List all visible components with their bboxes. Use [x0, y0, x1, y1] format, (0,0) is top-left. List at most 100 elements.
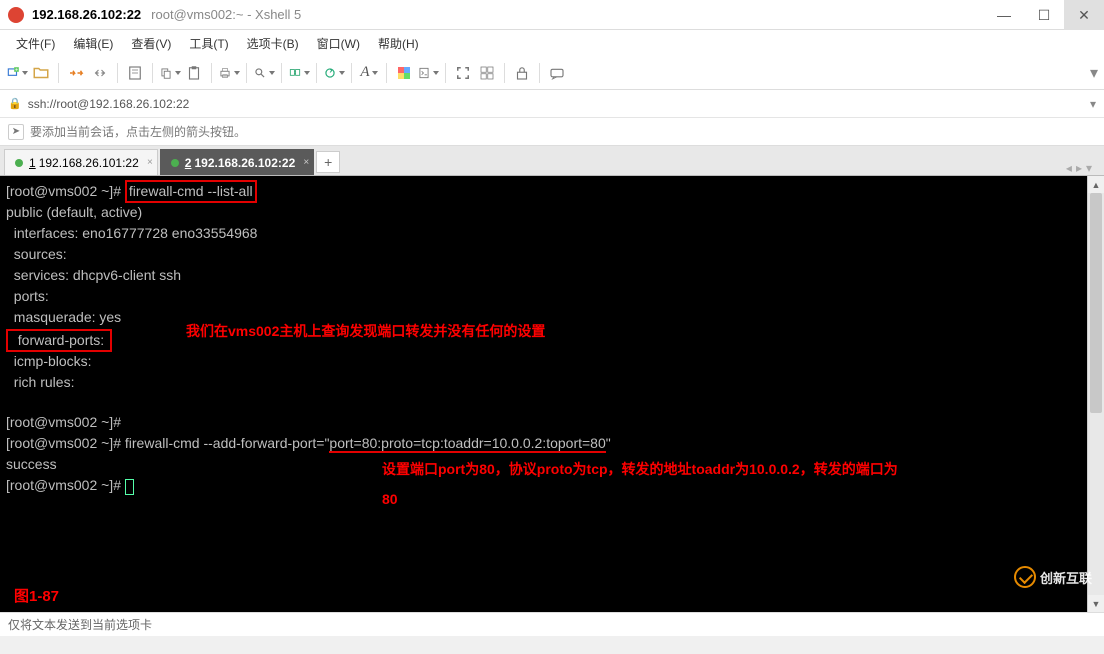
toolbar-separator	[152, 63, 153, 83]
lock-button[interactable]	[511, 62, 533, 84]
properties-button[interactable]	[124, 62, 146, 84]
annotation-note-1: 我们在vms002主机上查询发现端口转发并没有任何的设置	[186, 322, 686, 341]
maximize-button[interactable]: ☐	[1024, 0, 1064, 30]
copy-button[interactable]	[159, 62, 181, 84]
address-text[interactable]: ssh://root@192.168.26.102:22	[28, 97, 190, 111]
terminal-line: ports:	[6, 288, 53, 304]
session-tab-1[interactable]: 1 192.168.26.101:22 ×	[4, 149, 158, 175]
menu-edit[interactable]: 编辑(E)	[65, 32, 121, 55]
terminal-container: [root@vms002 ~]# firewall-cmd --list-all…	[0, 176, 1104, 612]
watermark: 创新互联	[1014, 566, 1092, 588]
toolbar-separator	[211, 63, 212, 83]
transfer-button[interactable]	[288, 62, 310, 84]
tab-menu-icon[interactable]: ▾	[1086, 161, 1092, 175]
terminal-line: rich rules:	[6, 374, 78, 390]
tab-nav: ◂ ▸ ▾	[1066, 161, 1100, 175]
status-dot-icon	[15, 159, 23, 167]
address-bar: 🔒 ssh://root@192.168.26.102:22 ▾	[0, 90, 1104, 118]
tab-next-icon[interactable]: ▸	[1076, 161, 1082, 175]
terminal-cmd-part: firewall-cmd --add-forward-port="	[125, 435, 330, 451]
tab-label: 192.168.26.101:22	[39, 156, 139, 170]
tab-number: 1	[29, 156, 36, 170]
find-button[interactable]	[253, 62, 275, 84]
menu-help[interactable]: 帮助(H)	[370, 32, 427, 55]
terminal-line: services: dhcpv6-client ssh	[6, 267, 181, 283]
menu-bar: 文件(F) 编辑(E) 查看(V) 工具(T) 选项卡(B) 窗口(W) 帮助(…	[0, 30, 1104, 56]
terminal-line: icmp-blocks:	[6, 353, 95, 369]
hint-text: 要添加当前会话，点击左侧的箭头按钮。	[30, 123, 246, 140]
terminal-line: sources:	[6, 246, 71, 262]
terminal-cmd-underlined: port=80:proto=tcp:toaddr=10.0.0.2:toport…	[329, 435, 605, 453]
window-title-main: 192.168.26.102:22	[32, 7, 141, 22]
script-button[interactable]	[417, 62, 439, 84]
annotation-note-2: 设置端口port为80，协议proto为tcp，转发的地址toaddr为10.0…	[382, 454, 902, 514]
tab-close-icon[interactable]: ×	[147, 157, 153, 168]
terminal-prompt: [root@vms002 ~]#	[6, 183, 125, 199]
toolbar-separator	[281, 63, 282, 83]
hint-arrow-button[interactable]: ➤	[8, 124, 24, 140]
print-button[interactable]	[218, 62, 240, 84]
tile-button[interactable]	[476, 62, 498, 84]
tab-prev-icon[interactable]: ◂	[1066, 161, 1072, 175]
menu-tabs[interactable]: 选项卡(B)	[239, 32, 307, 55]
session-tab-2[interactable]: 2 192.168.26.102:22 ×	[160, 149, 314, 175]
status-text: 仅将文本发送到当前选项卡	[8, 616, 152, 633]
title-bar: 192.168.26.102:22 root@vms002:~ - Xshell…	[0, 0, 1104, 30]
app-icon	[8, 7, 24, 23]
watermark-text: 创新互联	[1040, 568, 1092, 587]
close-button[interactable]: ✕	[1064, 0, 1104, 30]
refresh-button[interactable]	[323, 62, 345, 84]
terminal-line: public (default, active)	[6, 204, 142, 220]
fullscreen-button[interactable]	[452, 62, 474, 84]
watermark-icon	[1014, 566, 1036, 588]
terminal-scrollbar[interactable]: ▲ ▼	[1087, 176, 1104, 612]
toolbar-separator	[386, 63, 387, 83]
svg-text:+: +	[15, 67, 18, 73]
color-scheme-button[interactable]	[393, 62, 415, 84]
tab-close-icon[interactable]: ×	[303, 157, 309, 168]
scrollbar-track[interactable]	[1088, 193, 1104, 595]
menu-file[interactable]: 文件(F)	[8, 32, 63, 55]
scroll-down-icon[interactable]: ▼	[1088, 595, 1104, 612]
toolbar-overflow-icon[interactable]: ▾	[1090, 63, 1098, 83]
terminal-cmd-part: "	[606, 435, 611, 451]
lock-icon: 🔒	[8, 97, 22, 110]
status-dot-icon	[171, 159, 179, 167]
disconnect-button[interactable]	[89, 62, 111, 84]
toolbar: + A	[0, 56, 1104, 90]
terminal-line: masquerade: yes	[6, 309, 121, 325]
toolbar-separator	[445, 63, 446, 83]
add-tab-button[interactable]: +	[316, 151, 340, 173]
toolbar-separator	[58, 63, 59, 83]
help-button[interactable]	[546, 62, 568, 84]
figure-label: 图1-87	[14, 587, 59, 606]
scrollbar-thumb[interactable]	[1090, 193, 1102, 413]
minimize-button[interactable]: —	[984, 0, 1024, 30]
menu-window[interactable]: 窗口(W)	[309, 32, 368, 55]
tab-strip: 1 192.168.26.101:22 × 2 192.168.26.102:2…	[0, 146, 1104, 176]
toolbar-separator	[246, 63, 247, 83]
open-button[interactable]	[30, 62, 52, 84]
menu-view[interactable]: 查看(V)	[123, 32, 179, 55]
address-dropdown-icon[interactable]: ▾	[1090, 97, 1096, 111]
cursor-icon	[125, 479, 134, 495]
toolbar-separator	[117, 63, 118, 83]
terminal[interactable]: [root@vms002 ~]# firewall-cmd --list-all…	[0, 176, 1104, 612]
scroll-up-icon[interactable]: ▲	[1088, 176, 1104, 193]
menu-tools[interactable]: 工具(T)	[181, 32, 236, 55]
paste-button[interactable]	[183, 62, 205, 84]
window-controls: — ☐ ✕	[984, 0, 1104, 30]
tab-number: 2	[185, 156, 192, 170]
window-title-sub: root@vms002:~ - Xshell 5	[151, 7, 301, 22]
terminal-line: success	[6, 456, 57, 472]
hint-bar: ➤ 要添加当前会话，点击左侧的箭头按钮。	[0, 118, 1104, 146]
toolbar-separator	[316, 63, 317, 83]
new-session-button[interactable]: +	[6, 62, 28, 84]
font-button[interactable]: A	[358, 62, 380, 84]
tab-label: 192.168.26.102:22	[194, 156, 295, 170]
toolbar-separator	[351, 63, 352, 83]
connect-button[interactable]	[65, 62, 87, 84]
terminal-cmd-highlight: firewall-cmd --list-all	[125, 180, 257, 203]
status-bar: 仅将文本发送到当前选项卡	[0, 612, 1104, 636]
terminal-line: interfaces: eno16777728 eno33554968	[6, 225, 257, 241]
